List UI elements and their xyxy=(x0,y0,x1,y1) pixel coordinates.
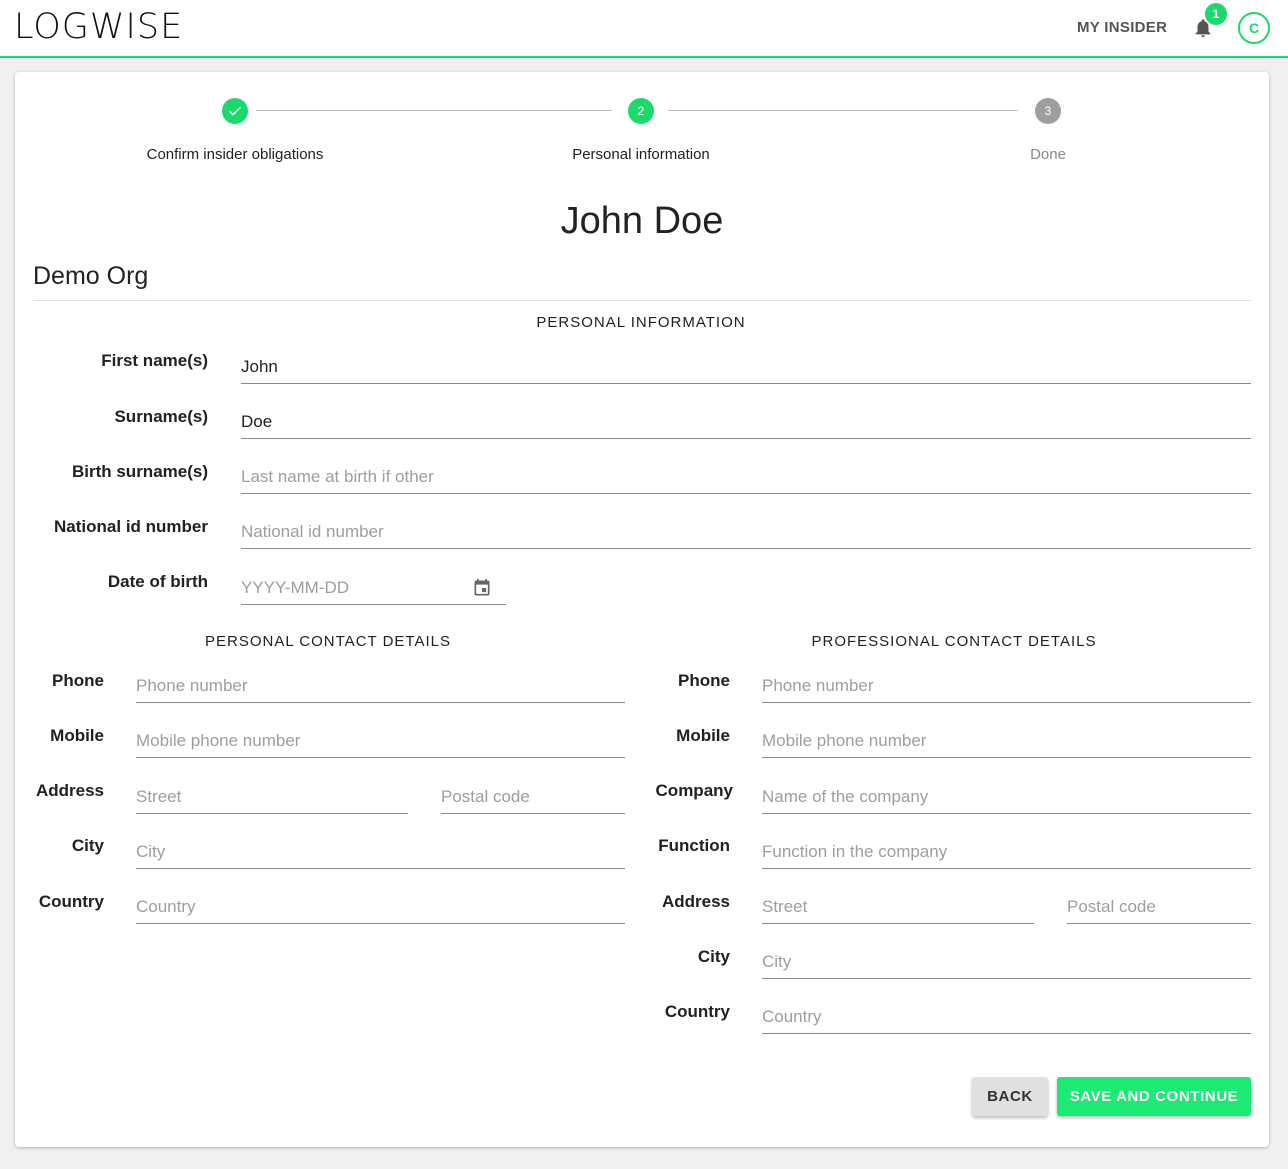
section-title-personal-information: PERSONAL INFORMATION xyxy=(536,314,746,331)
professional-country-input[interactable] xyxy=(762,994,1251,1033)
professional-phone-label: Phone xyxy=(678,671,730,690)
personal-city-label: City xyxy=(71,836,104,855)
date-of-birth-field xyxy=(241,565,506,605)
professional-city-field xyxy=(762,939,1251,979)
back-button[interactable]: BACK xyxy=(972,1077,1048,1116)
step-label-confirm: Confirm insider obligations xyxy=(146,146,324,163)
personal-phone-input[interactable] xyxy=(136,663,625,702)
professional-mobile-label: Mobile xyxy=(676,726,730,745)
surname-field xyxy=(241,399,1251,439)
step-pending: 3 xyxy=(1035,98,1061,124)
national-id-label: National id number xyxy=(54,517,208,536)
personal-mobile-field xyxy=(136,718,625,758)
personal-postal-field xyxy=(441,774,625,814)
personal-street-input[interactable] xyxy=(136,774,408,813)
step-label-done: Done xyxy=(1030,146,1066,163)
professional-phone-input[interactable] xyxy=(762,663,1251,702)
section-title-personal-contact: PERSONAL CONTACT DETAILS xyxy=(205,633,451,650)
check-icon xyxy=(229,106,241,116)
save-and-continue-button[interactable]: SAVE AND CONTINUE xyxy=(1057,1077,1251,1116)
step-label-personal: Personal information xyxy=(572,146,710,163)
divider xyxy=(33,300,1251,301)
function-label: Function xyxy=(658,836,730,855)
my-insider-link[interactable]: MY INSIDER xyxy=(1077,19,1167,36)
calendar-icon[interactable] xyxy=(472,577,492,599)
surname-input[interactable] xyxy=(241,399,1251,438)
professional-country-label: Country xyxy=(664,1002,730,1021)
surname-label: Surname(s) xyxy=(114,407,208,426)
personal-city-field xyxy=(136,829,625,869)
professional-street-field xyxy=(762,884,1034,924)
org-name: Demo Org xyxy=(33,262,149,290)
personal-country-input[interactable] xyxy=(136,884,625,923)
function-field xyxy=(762,829,1251,869)
person-name: John Doe xyxy=(560,200,724,242)
personal-mobile-label: Mobile xyxy=(50,726,104,745)
professional-postal-input[interactable] xyxy=(1067,884,1251,923)
professional-country-field xyxy=(762,994,1251,1034)
notification-badge: 1 xyxy=(1205,3,1227,25)
national-id-field xyxy=(241,509,1251,549)
personal-mobile-input[interactable] xyxy=(136,718,625,757)
first-name-input[interactable] xyxy=(241,344,1251,383)
form-card: Confirm insider obligations 2 Personal i… xyxy=(15,72,1269,1147)
personal-address-label: Address xyxy=(35,781,104,800)
step-active: 2 xyxy=(628,98,654,124)
professional-phone-field xyxy=(762,663,1251,703)
first-name-label: First name(s) xyxy=(101,351,208,370)
top-bar: LOGWISE MY INSIDER 1 C xyxy=(0,0,1288,58)
function-input[interactable] xyxy=(762,829,1251,868)
step-complete xyxy=(222,98,248,124)
birth-surname-label: Birth surname(s) xyxy=(71,462,208,481)
professional-mobile-input[interactable] xyxy=(762,718,1251,757)
logo[interactable]: LOGWISE xyxy=(14,7,183,47)
professional-postal-field xyxy=(1067,884,1251,924)
personal-country-label: Country xyxy=(38,892,104,911)
personal-phone-field xyxy=(136,663,625,703)
company-label: Company xyxy=(655,781,733,800)
personal-country-field xyxy=(136,884,625,924)
professional-address-label: Address xyxy=(661,892,730,911)
professional-city-label: City xyxy=(697,947,730,966)
stepper-connector xyxy=(668,110,1018,111)
personal-street-field xyxy=(136,774,408,814)
company-field xyxy=(762,774,1251,814)
date-of-birth-label: Date of birth xyxy=(107,572,208,591)
avatar[interactable]: C xyxy=(1238,12,1270,44)
date-of-birth-input[interactable] xyxy=(241,565,506,604)
birth-surname-field xyxy=(241,454,1251,494)
personal-phone-label: Phone xyxy=(52,671,104,690)
personal-postal-input[interactable] xyxy=(441,774,625,813)
section-title-professional-contact: PROFESSIONAL CONTACT DETAILS xyxy=(811,633,1097,650)
company-input[interactable] xyxy=(762,774,1251,813)
professional-mobile-field xyxy=(762,718,1251,758)
personal-city-input[interactable] xyxy=(136,829,625,868)
first-name-field xyxy=(241,344,1251,384)
stepper-connector xyxy=(256,110,612,111)
birth-surname-input[interactable] xyxy=(241,454,1251,493)
professional-street-input[interactable] xyxy=(762,884,1034,923)
national-id-input[interactable] xyxy=(241,509,1251,548)
professional-city-input[interactable] xyxy=(762,939,1251,978)
